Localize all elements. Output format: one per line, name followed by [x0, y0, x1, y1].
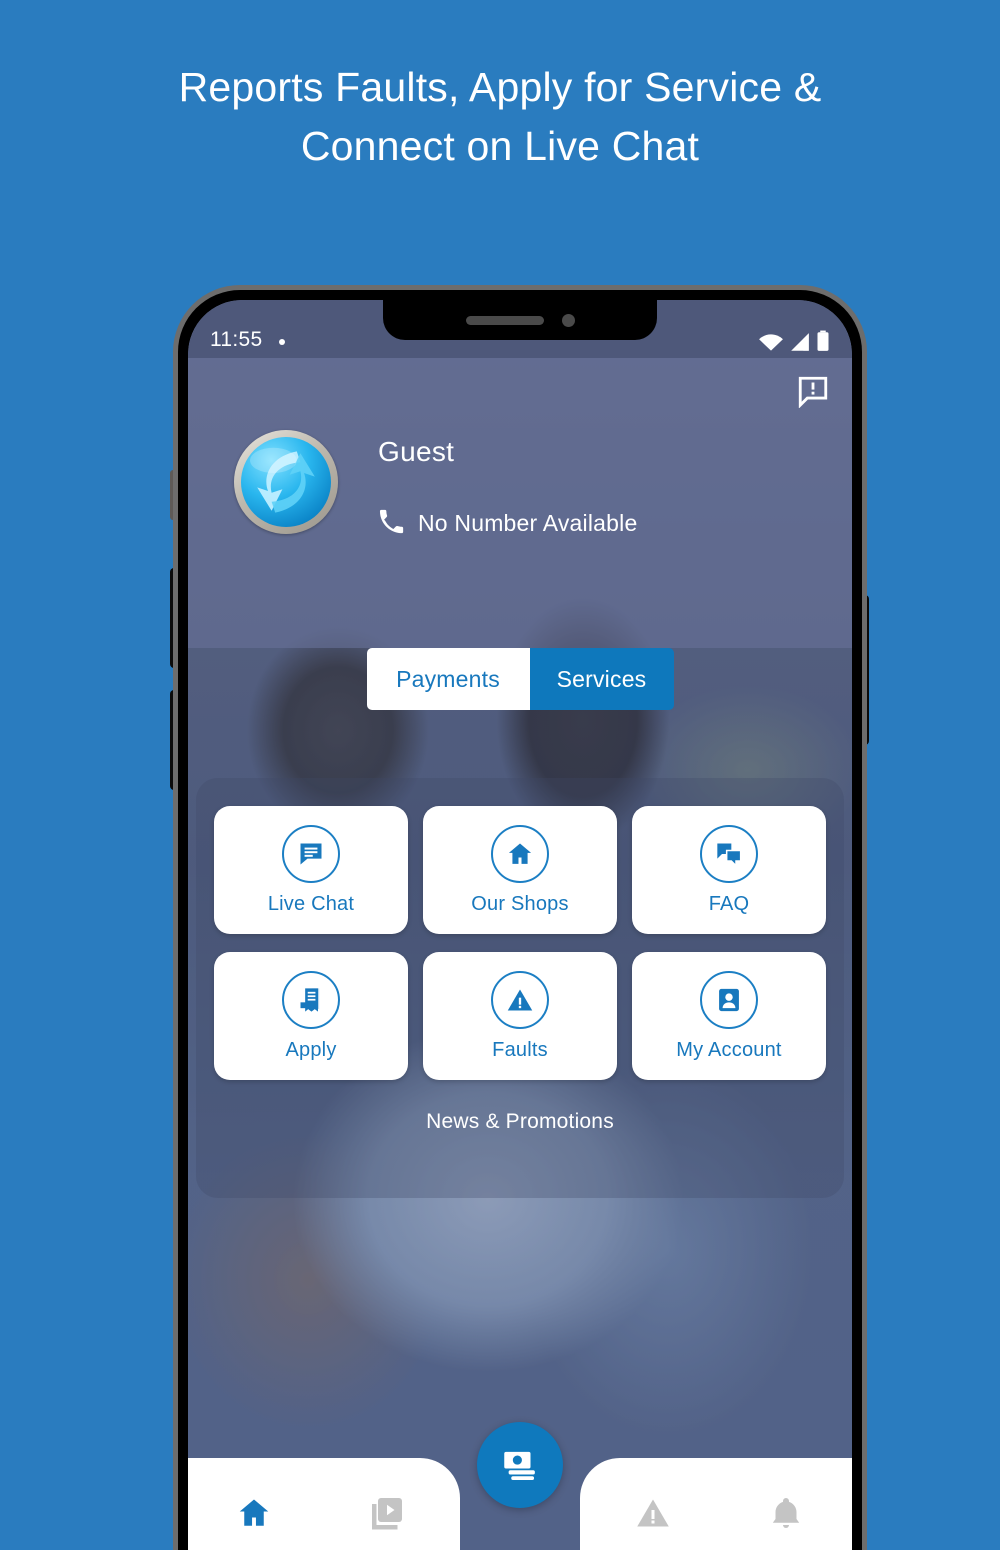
notification-dot	[278, 339, 285, 345]
service-tile-faq[interactable]: FAQ	[632, 806, 826, 934]
profile-text: Guest No Number Available	[378, 430, 637, 539]
service-tile-faults[interactable]: Faults	[423, 952, 617, 1080]
earpiece-speaker	[465, 315, 544, 325]
app-logo-avatar-icon	[241, 437, 331, 527]
service-tile-our-shops[interactable]: Our Shops	[423, 806, 617, 934]
phone-icon	[378, 508, 404, 539]
services-grid: Live Chat Our Shops FAQ Apply Faults My …	[214, 806, 826, 1080]
user-name: Guest	[378, 436, 455, 467]
service-tile-apply[interactable]: Apply	[214, 952, 408, 1080]
phone-notch	[383, 300, 657, 340]
home-icon	[491, 824, 549, 883]
phone-number: No Number Available	[418, 510, 638, 536]
tab-services[interactable]: Services	[529, 648, 674, 710]
phone-screen: Guest No Number Available Payments Servi…	[188, 300, 852, 1550]
service-label: My Account	[676, 1038, 782, 1061]
service-tile-live-chat[interactable]: Live Chat	[214, 806, 408, 934]
phone-frame: Guest No Number Available Payments Servi…	[178, 290, 862, 1550]
feedback-icon[interactable]	[796, 374, 830, 409]
banknotes-icon	[504, 1451, 535, 1481]
home-icon	[240, 1499, 269, 1526]
warning-triangle-icon	[637, 1499, 669, 1527]
service-label: Live Chat	[267, 892, 355, 915]
bell-icon	[772, 1498, 799, 1528]
app-header: Guest No Number Available	[188, 358, 852, 648]
bottom-nav	[188, 1422, 852, 1550]
signal-icon	[791, 333, 809, 351]
chat-bubble-icon	[282, 824, 340, 883]
news-promotions-label[interactable]: News & Promotions	[196, 1110, 844, 1134]
avatar[interactable]	[234, 430, 338, 534]
profile-section[interactable]: Guest No Number Available	[188, 430, 852, 539]
service-label: Faults	[492, 1038, 548, 1061]
double-chat-icon	[700, 824, 758, 883]
fab-payments-button[interactable]	[477, 1422, 563, 1508]
nav-item-media[interactable]	[321, 1458, 454, 1550]
warning-triangle-icon	[491, 970, 549, 1029]
headline-line-1: Reports Faults, Apply for Service &	[178, 64, 822, 110]
status-icons	[758, 330, 830, 352]
front-camera	[561, 313, 575, 327]
service-tile-my-account[interactable]: My Account	[632, 952, 826, 1080]
contact-card-icon	[700, 970, 758, 1029]
service-label: FAQ	[708, 892, 750, 915]
service-label: Our Shops	[471, 892, 569, 915]
battery-icon	[817, 330, 829, 351]
video-library-icon	[372, 1498, 403, 1530]
nav-item-home[interactable]	[188, 1458, 321, 1550]
service-label: Apply	[285, 1038, 337, 1061]
tab-payments[interactable]: Payments	[366, 648, 530, 710]
services-panel: Live Chat Our Shops FAQ Apply Faults My …	[196, 778, 844, 1198]
phone-row: No Number Available	[378, 508, 637, 539]
page-title: Reports Faults, Apply for Service & Conn…	[0, 58, 1000, 176]
nav-item-alerts[interactable]	[719, 1458, 852, 1550]
nav-item-faults[interactable]	[586, 1458, 719, 1550]
status-time: 11:55	[210, 328, 263, 351]
segment-toggle-group: Payments Services	[188, 648, 852, 710]
phone-bezel: Guest No Number Available Payments Servi…	[188, 300, 852, 1550]
document-icon	[282, 970, 340, 1029]
wifi-icon	[759, 334, 783, 351]
headline-line-2: Connect on Live Chat	[300, 123, 700, 169]
